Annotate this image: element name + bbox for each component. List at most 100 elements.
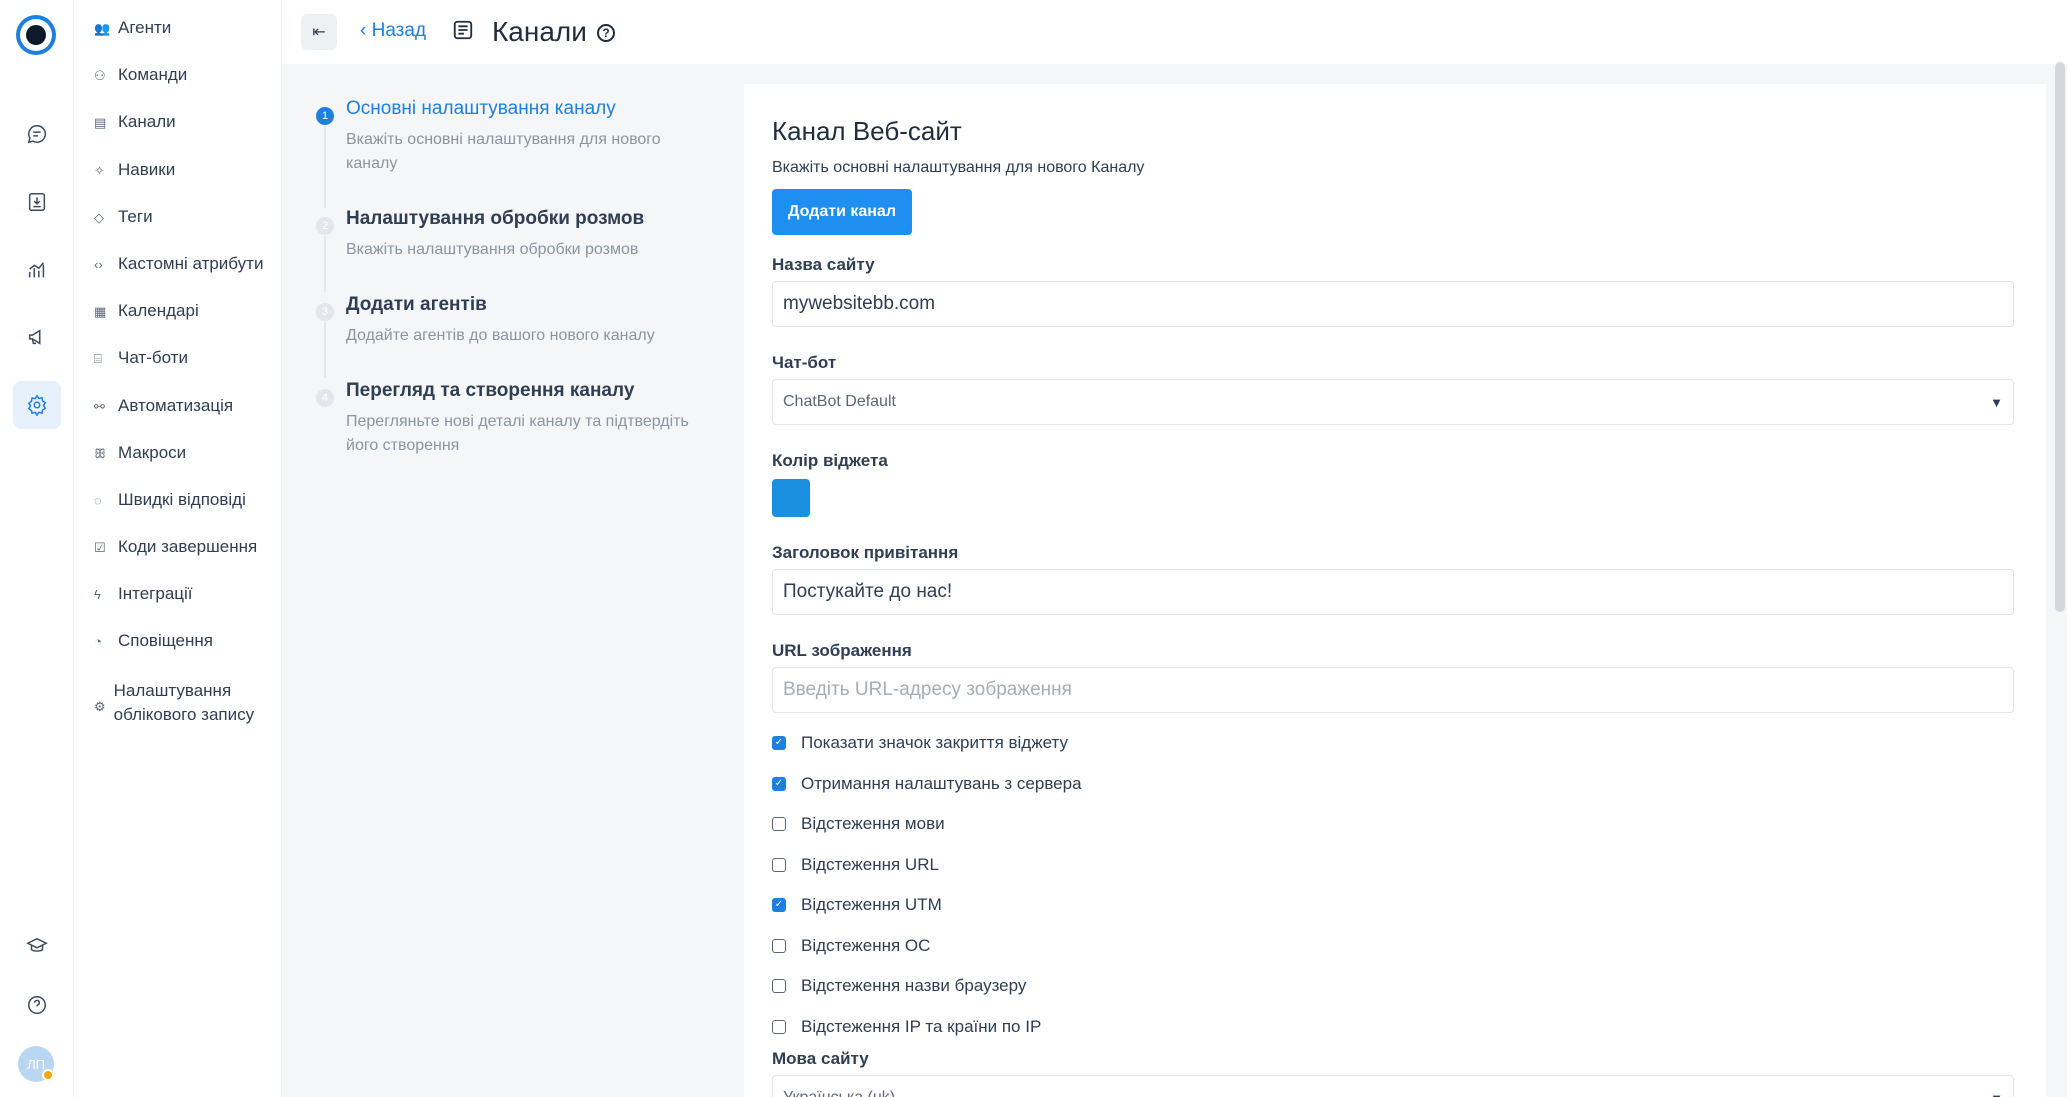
wizard-step[interactable]: 4 Перегляд та створення каналу Перегляньте…	[316, 380, 706, 458]
checkbox-label: Відстеження UTM	[801, 895, 942, 915]
conversations-icon	[27, 125, 47, 144]
checkbox[interactable]	[772, 857, 786, 872]
menu-item[interactable]: ☑ Коди завершення	[74, 537, 281, 584]
menu-item[interactable]: ◌ Швидкі відповіді	[74, 490, 281, 537]
checkbox-row[interactable]: ✓ Показати значок закриття віджету	[772, 723, 2018, 764]
menu-item[interactable]: ▤ Канали	[74, 112, 281, 159]
checkbox-label: Відстеження URL	[801, 854, 939, 874]
checkbox-label: Відстеження ОС	[801, 935, 931, 955]
menu-item[interactable]: ꕥ Макроси	[74, 443, 281, 490]
menu-item[interactable]: ⚙ Налаштування облікового запису	[74, 679, 281, 743]
menu-item-label: Команди	[118, 65, 188, 85]
site-name-input[interactable]: mywebsitebb.com	[772, 281, 2014, 327]
avatar-initials: ЛП	[27, 1056, 45, 1072]
menu-item-icon: ⚯	[94, 398, 105, 414]
settings-button[interactable]	[13, 381, 61, 429]
site-language-select[interactable]: Українська (uk) ▼	[772, 1075, 2014, 1097]
question-icon[interactable]: ?	[597, 24, 615, 42]
menu-item-icon: ✧	[94, 162, 105, 178]
checkbox-row[interactable]: Відстеження ОС	[772, 926, 2018, 967]
form-subtitle: Вкажіть основні налаштування для нового …	[772, 159, 1145, 176]
step-number: 1	[316, 107, 334, 125]
menu-item-icon: ◌	[94, 492, 102, 508]
menu-item-icon: ‹›	[94, 256, 103, 272]
menu-item-icon: ⚇	[94, 68, 106, 84]
checkbox[interactable]	[772, 1019, 786, 1034]
app-logo[interactable]	[16, 15, 56, 55]
conversations-button[interactable]	[13, 110, 61, 158]
caret-down-icon: ▼	[1990, 1091, 2003, 1097]
checkbox-row[interactable]: ✓ Отримання налаштувань з сервера	[772, 764, 2018, 805]
menu-item-label: Календарі	[118, 301, 199, 321]
chatbot-select[interactable]: ChatBot Default ▼	[772, 379, 2014, 425]
wizard-steps: 1 Основні налаштування каналу Вкажіть осно…	[290, 64, 742, 1097]
menu-item-label: Автоматизація	[118, 395, 234, 415]
menu-item-label: Налаштування облікового запису	[113, 680, 255, 724]
step-connector	[324, 236, 326, 292]
greeting-title-input[interactable]: Постукайте до нас!	[772, 569, 2014, 615]
add-channel-button[interactable]: Додати канал	[772, 189, 912, 235]
menu-item[interactable]: ⚯ Автоматизація	[74, 396, 281, 443]
menu-item[interactable]: ◔ Сповіщення	[74, 631, 281, 678]
image-url-input[interactable]: Введіть URL-адресу зображення	[772, 667, 2014, 713]
inbox-button[interactable]	[13, 178, 61, 226]
menu-item-label: Кастомні атрибути	[118, 253, 264, 273]
wizard-step[interactable]: 1 Основні налаштування каналу Вкажіть осно…	[316, 98, 706, 208]
chatbot-selected-value: ChatBot Default	[783, 393, 896, 410]
logo-core	[26, 25, 46, 45]
top-bar: ⇤ ‹ Назад Канали ?	[282, 0, 2067, 64]
user-avatar[interactable]: ЛП	[18, 1046, 54, 1082]
collapse-sidebar-button[interactable]: ⇤	[301, 14, 337, 50]
menu-item-label: Чат-боти	[118, 348, 188, 368]
checkbox-row[interactable]: Відстеження URL	[772, 845, 2018, 886]
widget-color-label: Колір віджета	[772, 451, 888, 470]
site-language-label: Мова сайту	[772, 1049, 869, 1068]
checkbox-row[interactable]: Відстеження мови	[772, 804, 2018, 845]
menu-item[interactable]: ⚇ Команди	[74, 65, 281, 112]
chevron-left-icon: ‹	[360, 20, 372, 41]
settings-menu: 👥 Агенти ⚇ Команди ▤ Канали ✧ Навики ◇ Теги ‹› Каст…	[74, 0, 282, 1097]
checkbox[interactable]	[772, 938, 786, 953]
checkbox[interactable]	[772, 979, 786, 994]
menu-item[interactable]: ϟ Інтеграції	[74, 584, 281, 631]
menu-item-label: Швидкі відповіді	[118, 489, 246, 509]
back-label: Назад	[371, 20, 427, 41]
menu-item-label: Теги	[118, 206, 153, 226]
checkbox[interactable]	[772, 817, 786, 832]
collapse-icon: ⇤	[312, 24, 326, 41]
checkbox[interactable]: ✓	[772, 776, 786, 791]
step-number: 2	[316, 217, 334, 235]
campaigns-button[interactable]	[13, 313, 61, 361]
wizard-step[interactable]: 3 Додати агентів Додайте агентів до вашого…	[316, 294, 706, 378]
menu-item-icon: ▤	[94, 115, 107, 131]
back-link[interactable]: ‹ Назад	[360, 20, 426, 42]
page-scrollbar[interactable]	[2055, 62, 2065, 612]
menu-item-label: Коди завершення	[118, 537, 258, 557]
academy-button[interactable]	[13, 922, 61, 970]
menu-item[interactable]: ◇ Теги	[74, 207, 281, 254]
widget-color-picker[interactable]	[772, 479, 810, 517]
checkbox-label: Відстеження IP та країни по IP	[801, 1016, 1042, 1036]
help-button[interactable]	[13, 981, 61, 1029]
wizard-step[interactable]: 2 Налаштування обробки розмов Вкажіть нала…	[316, 208, 706, 292]
menu-item-icon: ◔	[94, 634, 102, 650]
menu-item[interactable]: ▦ Календарі	[74, 301, 281, 348]
reports-button[interactable]	[13, 246, 61, 294]
site-language-selected-value: Українська (uk)	[783, 1089, 895, 1097]
menu-item[interactable]: ✧ Навики	[74, 160, 281, 207]
menu-item[interactable]: ⌸ Чат-боти	[74, 348, 281, 395]
step-title: Налаштування обробки розмов	[346, 208, 645, 229]
menu-item-icon: ◇	[94, 209, 104, 225]
checkbox-row[interactable]: Відстеження назви браузеру	[772, 966, 2018, 1007]
menu-item[interactable]: 👥 Агенти	[74, 18, 281, 65]
step-description: Додайте агентів до вашого нового каналу	[346, 327, 655, 344]
step-title: Додати агентів	[346, 294, 487, 315]
menu-item[interactable]: ‹› Кастомні атрибути	[74, 254, 281, 301]
checkbox[interactable]: ✓	[772, 736, 786, 751]
checkbox-row[interactable]: Відстеження IP та країни по IP	[772, 1007, 2018, 1048]
checkbox[interactable]: ✓	[772, 898, 786, 913]
menu-item-icon: ⚙	[94, 698, 106, 714]
checkbox-row[interactable]: ✓ Відстеження UTM	[772, 885, 2018, 926]
page-title: Канали	[492, 16, 587, 47]
inbox-icon	[28, 193, 46, 211]
